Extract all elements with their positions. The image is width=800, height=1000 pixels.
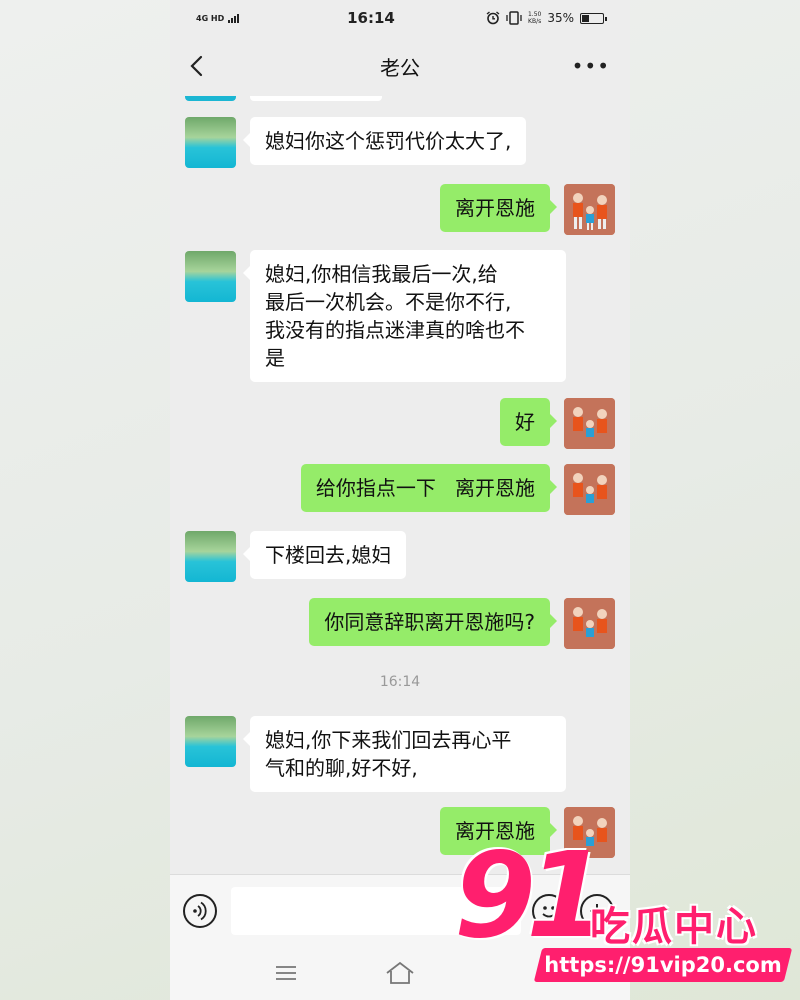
partial-avatar xyxy=(185,96,236,101)
self-avatar[interactable] xyxy=(564,184,615,235)
speed-value: 1.50 xyxy=(527,11,542,18)
title-bar: 老公 ••• xyxy=(170,36,630,96)
partial-bubble xyxy=(250,96,382,101)
contact-avatar[interactable] xyxy=(185,251,236,302)
network-speed: 1.50 KB/s xyxy=(528,11,541,25)
chat-title: 老公 xyxy=(380,55,420,80)
chevron-left-icon[interactable] xyxy=(184,52,212,80)
status-time: 16:14 xyxy=(347,9,395,27)
status-bar: 4G HD 16:14 1.50 KB/s 35% xyxy=(170,0,630,36)
voice-icon xyxy=(193,901,207,921)
message-bubble-outgoing[interactable]: 你同意辞职离开恩施吗? xyxy=(309,598,557,646)
self-avatar[interactable] xyxy=(564,464,615,515)
more-dots-icon[interactable]: ••• xyxy=(572,56,610,76)
self-avatar[interactable] xyxy=(564,598,615,649)
message-bubble-outgoing[interactable]: 好 xyxy=(500,398,557,446)
message-bubble-incoming[interactable]: 媳妇,你下来我们回去再心平 气和的聊,好不好, xyxy=(243,716,566,792)
contact-avatar[interactable] xyxy=(185,117,236,168)
family-avatar-icon xyxy=(564,398,615,449)
battery-fill xyxy=(582,14,589,22)
network-type: 4G HD xyxy=(196,13,225,23)
watermark: 91 吃瓜中心 https://91vip20.com xyxy=(450,836,800,1000)
signal-bars-icon xyxy=(228,13,240,23)
message-bubble-incoming[interactable]: 下楼回去,媳妇 xyxy=(242,531,407,579)
vibrate-icon xyxy=(506,11,522,25)
contact-avatar[interactable] xyxy=(185,531,236,582)
signal-indicator: 4G HD xyxy=(196,13,256,23)
family-avatar-icon xyxy=(564,464,615,515)
voice-button[interactable] xyxy=(183,894,217,928)
watermark-text: 吃瓜中心 xyxy=(590,904,758,950)
family-avatar-icon xyxy=(564,184,615,235)
message-bubble-outgoing[interactable]: 离开恩施 xyxy=(440,184,557,232)
watermark-number: 91 xyxy=(454,826,608,964)
battery-icon xyxy=(580,12,607,24)
speed-unit: KB/s xyxy=(528,18,542,25)
self-avatar[interactable] xyxy=(564,398,615,449)
status-right: 1.50 KB/s 35% xyxy=(486,11,607,25)
watermark-url-banner: https://91vip20.com xyxy=(533,948,793,982)
battery-percent: 35% xyxy=(547,11,574,25)
alarm-icon xyxy=(486,11,500,25)
message-bubble-incoming[interactable]: 媳妇,你相信我最后一次,给 最后一次机会。不是你不行, 我没有的指点迷津真的啥也… xyxy=(243,250,566,382)
chat-area[interactable]: 媳妇你这个惩罚代价太大了, 离开恩施 媳妇,你相信我最后一次,给 最后一次机会。… xyxy=(170,96,630,874)
message-bubble-incoming[interactable]: 媳妇你这个惩罚代价太大了, xyxy=(242,117,527,165)
home-icon[interactable] xyxy=(384,960,416,986)
contact-avatar[interactable] xyxy=(185,716,236,767)
chat-timestamp: 16:14 xyxy=(379,674,421,690)
family-avatar-icon xyxy=(564,598,615,649)
menu-icon[interactable] xyxy=(274,963,298,983)
message-bubble-outgoing[interactable]: 给你指点一下 离开恩施 xyxy=(300,464,558,512)
watermark-url: https://91vip20.com xyxy=(544,953,782,977)
